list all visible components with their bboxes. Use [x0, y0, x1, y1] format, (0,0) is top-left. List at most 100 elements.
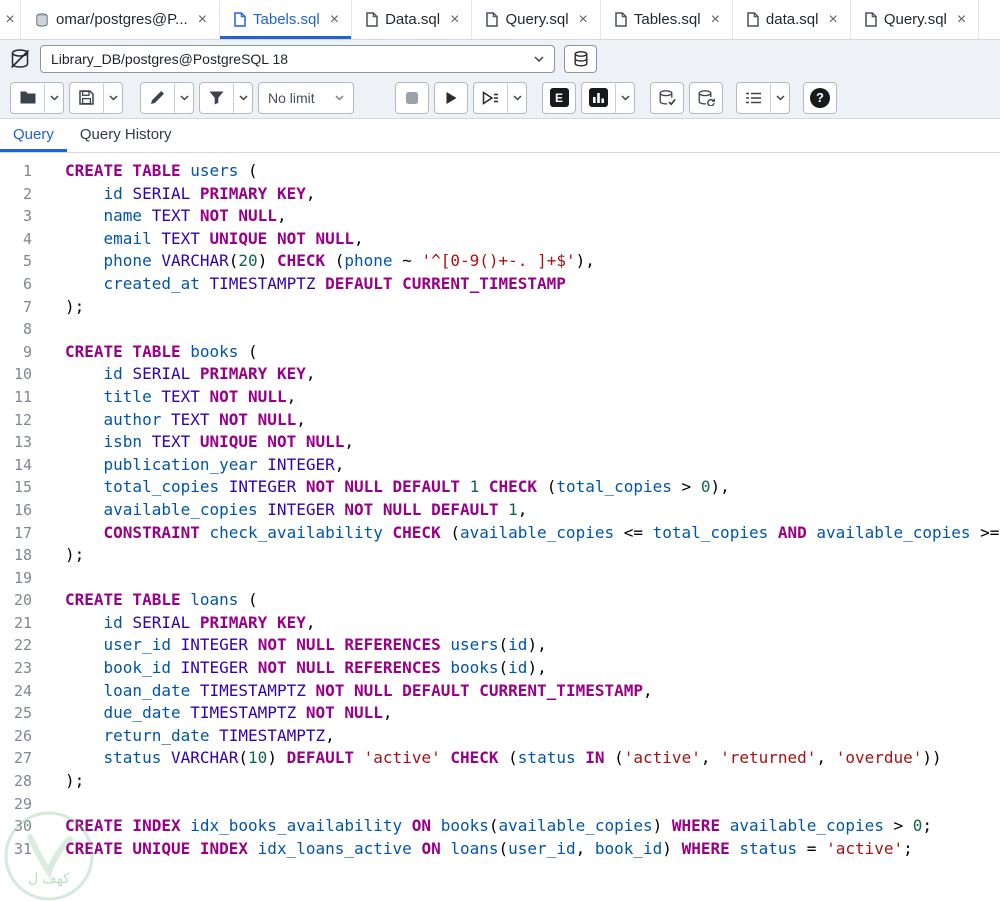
- code-line[interactable]: [65, 318, 1000, 341]
- execute-script-icon: [482, 90, 498, 105]
- code-line[interactable]: name TEXT NOT NULL,: [65, 205, 1000, 228]
- code-line[interactable]: [65, 567, 1000, 590]
- code-line[interactable]: due_date TIMESTAMPTZ NOT NULL,: [65, 702, 1000, 725]
- line-number: 2: [22, 184, 32, 203]
- help-button[interactable]: ?: [803, 81, 837, 114]
- row-limit-value: No limit: [268, 89, 315, 106]
- code-line[interactable]: loan_date TIMESTAMPTZ NOT NULL DEFAULT C…: [65, 680, 1000, 703]
- code-line[interactable]: publication_year INTEGER,: [65, 454, 1000, 477]
- macros-button[interactable]: [736, 81, 770, 114]
- tab-query-history[interactable]: Query History: [67, 119, 185, 152]
- code-line[interactable]: id SERIAL PRIMARY KEY,: [65, 183, 1000, 206]
- editor-tab[interactable]: Query.sql ×: [851, 0, 980, 39]
- tab-label: Tabels.sql: [253, 11, 320, 28]
- execute-script-button[interactable]: [473, 81, 507, 114]
- code-line[interactable]: );: [65, 296, 1000, 319]
- explain-options-button[interactable]: [615, 81, 635, 114]
- commit-icon: [659, 89, 676, 105]
- connection-select[interactable]: Library_DB/postgres@PostgreSQL 18: [40, 44, 555, 73]
- execute-button[interactable]: [434, 81, 468, 114]
- save-icon: [79, 90, 94, 105]
- save-menu-button[interactable]: [103, 81, 123, 114]
- cancel-query-button[interactable]: [395, 81, 429, 114]
- code-line[interactable]: );: [65, 770, 1000, 793]
- database-connection-icon: [9, 48, 31, 70]
- close-icon[interactable]: ×: [711, 11, 720, 28]
- chevron-down-icon: [534, 55, 544, 62]
- code-line[interactable]: available_copies INTEGER NOT NULL DEFAUL…: [65, 499, 1000, 522]
- chevron-down-icon: [620, 94, 630, 101]
- explain-icon: E: [549, 88, 569, 107]
- close-icon[interactable]: ×: [198, 11, 207, 28]
- rollback-button[interactable]: [689, 81, 723, 114]
- open-file-button[interactable]: [10, 81, 44, 114]
- save-button[interactable]: [69, 81, 103, 114]
- code-line[interactable]: CREATE TABLE users (: [65, 160, 1000, 183]
- close-icon[interactable]: ×: [450, 11, 459, 28]
- clipped-tab-close[interactable]: ×: [0, 0, 21, 39]
- code-line[interactable]: author TEXT NOT NULL,: [65, 409, 1000, 432]
- code-line[interactable]: CREATE TABLE books (: [65, 341, 1000, 364]
- code-line[interactable]: return_date TIMESTAMPTZ,: [65, 725, 1000, 748]
- close-icon[interactable]: ×: [5, 11, 14, 29]
- line-number: 16: [13, 500, 32, 519]
- editor-tab[interactable]: Data.sql ×: [352, 0, 473, 39]
- filter-menu-button[interactable]: [233, 81, 253, 114]
- code-line[interactable]: email TEXT UNIQUE NOT NULL,: [65, 228, 1000, 251]
- folder-icon: [20, 91, 35, 104]
- code-line[interactable]: phone VARCHAR(20) CHECK (phone ~ '^[0-9(…: [65, 250, 1000, 273]
- code-line[interactable]: );: [65, 544, 1000, 567]
- line-number: 7: [22, 297, 32, 316]
- code-line[interactable]: total_copies INTEGER NOT NULL DEFAULT 1 …: [65, 476, 1000, 499]
- code-line[interactable]: id SERIAL PRIMARY KEY,: [65, 363, 1000, 386]
- edit-menu-button[interactable]: [174, 81, 194, 114]
- code-line[interactable]: CREATE INDEX idx_books_availability ON b…: [65, 815, 1000, 838]
- code-line[interactable]: CREATE TABLE loans (: [65, 589, 1000, 612]
- code-line[interactable]: id SERIAL PRIMARY KEY,: [65, 612, 1000, 635]
- execute-options-button[interactable]: [507, 81, 527, 114]
- close-icon[interactable]: ×: [330, 11, 339, 28]
- code-line[interactable]: [65, 793, 1000, 816]
- open-file-group: [10, 81, 64, 114]
- code-line[interactable]: user_id INTEGER NOT NULL REFERENCES user…: [65, 634, 1000, 657]
- code-lines[interactable]: CREATE TABLE users ( id SERIAL PRIMARY K…: [45, 160, 1000, 901]
- tab-query[interactable]: Query: [0, 119, 67, 152]
- database-list-icon: [573, 50, 588, 67]
- server-icon: [35, 12, 49, 27]
- edit-button[interactable]: [140, 81, 174, 114]
- code-line[interactable]: isbn TEXT UNIQUE NOT NULL,: [65, 431, 1000, 454]
- close-icon[interactable]: ×: [579, 11, 588, 28]
- editor-tab[interactable]: Query.sql ×: [472, 0, 601, 39]
- line-number: 19: [13, 568, 32, 587]
- code-line[interactable]: CREATE UNIQUE INDEX idx_loans_active ON …: [65, 838, 1000, 861]
- chevron-down-icon: [179, 94, 189, 101]
- new-connection-button[interactable]: [564, 44, 597, 73]
- editor-tab[interactable]: Tabels.sql ×: [220, 0, 353, 39]
- filter-button[interactable]: [199, 81, 233, 114]
- code-line[interactable]: status VARCHAR(10) DEFAULT 'active' CHEC…: [65, 747, 1000, 770]
- file-icon: [865, 12, 877, 27]
- explain-button[interactable]: E: [542, 81, 576, 114]
- row-limit-select[interactable]: No limit: [258, 81, 354, 114]
- code-line[interactable]: created_at TIMESTAMPTZ DEFAULT CURRENT_T…: [65, 273, 1000, 296]
- line-number: 15: [13, 478, 32, 497]
- macros-menu-button[interactable]: [770, 81, 790, 114]
- editor-tab[interactable]: Tables.sql ×: [601, 0, 733, 39]
- pgadmin-query-tool-window: × omar/postgres@P... × Tabels.sql × Data.sql…: [0, 0, 1000, 901]
- code-line[interactable]: book_id INTEGER NOT NULL REFERENCES book…: [65, 657, 1000, 680]
- commit-button[interactable]: [650, 81, 684, 114]
- code-line[interactable]: CONSTRAINT check_availability CHECK (ava…: [65, 522, 1000, 545]
- file-icon: [234, 12, 246, 27]
- sql-editor[interactable]: 1 2 3 4 5 6 7 8 9 10 11 12 13 14 15 16 17 18 19 20 21 22 23 24 2…: [0, 153, 1000, 901]
- edit-group: [140, 81, 194, 114]
- editor-tab[interactable]: data.sql ×: [733, 0, 851, 39]
- line-number: 18: [13, 546, 32, 565]
- close-icon[interactable]: ×: [828, 11, 837, 28]
- close-icon[interactable]: ×: [957, 11, 966, 28]
- code-line[interactable]: title TEXT NOT NULL,: [65, 386, 1000, 409]
- line-number: 29: [13, 794, 32, 813]
- editor-tab[interactable]: omar/postgres@P... ×: [21, 0, 221, 39]
- explain-analyze-button[interactable]: [581, 81, 615, 114]
- editor-tab-bar: × omar/postgres@P... × Tabels.sql × Data.sql…: [0, 0, 1000, 40]
- open-file-menu-button[interactable]: [44, 81, 64, 114]
